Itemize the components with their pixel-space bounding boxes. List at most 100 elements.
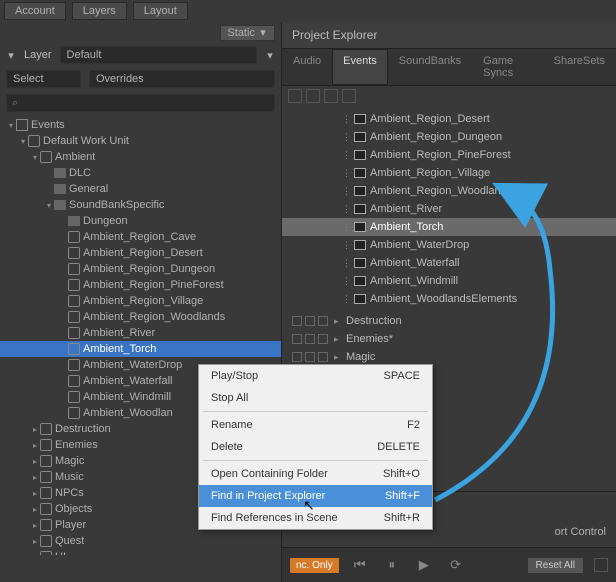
tree-item[interactable]: Ambient_Region_Village bbox=[0, 293, 281, 309]
event-icon bbox=[354, 150, 366, 160]
layer-field[interactable]: Default bbox=[60, 46, 257, 64]
work-unit-icon bbox=[40, 471, 52, 483]
explorer-item[interactable]: ⋮Ambient_Torch bbox=[282, 218, 616, 236]
explorer-tab[interactable]: Audio bbox=[282, 49, 332, 85]
ctx-play-stop[interactable]: Play/StopSPACE bbox=[199, 365, 432, 387]
static-toggle[interactable]: Static ▾ bbox=[220, 25, 275, 41]
explorer-tab[interactable]: Game Syncs bbox=[472, 49, 542, 85]
event-icon bbox=[68, 359, 80, 371]
reset-all-button[interactable]: Reset All bbox=[527, 557, 584, 574]
event-icon bbox=[68, 407, 80, 419]
tree-item[interactable]: Ambient_River bbox=[0, 325, 281, 341]
work-unit-icon bbox=[40, 535, 52, 547]
tag-dropdown[interactable]: ▾ bbox=[6, 49, 16, 62]
tree-item[interactable]: Ambient_Region_PineForest bbox=[0, 277, 281, 293]
inc-only-button[interactable]: nc. Only bbox=[290, 558, 339, 573]
explorer-folder[interactable]: ▸Enemies* bbox=[282, 330, 616, 348]
select-dropdown[interactable]: Select bbox=[6, 70, 81, 88]
sync-icon[interactable] bbox=[318, 334, 328, 344]
work-unit-icon bbox=[40, 487, 52, 499]
layer-label: Layer bbox=[24, 49, 52, 61]
event-icon bbox=[354, 294, 366, 304]
ctx-stop-all[interactable]: Stop All bbox=[199, 387, 432, 409]
folder-icon bbox=[68, 216, 80, 226]
event-icon bbox=[68, 263, 80, 275]
explorer-tab[interactable]: Events bbox=[332, 49, 388, 85]
folder-icon bbox=[54, 200, 66, 210]
pin-icon[interactable] bbox=[305, 352, 315, 362]
event-icon bbox=[354, 204, 366, 214]
tree-root[interactable]: ▾Events bbox=[0, 117, 281, 133]
tab-account[interactable]: Account bbox=[4, 2, 66, 20]
pin-icon[interactable] bbox=[305, 334, 315, 344]
expand-icon[interactable] bbox=[292, 352, 302, 362]
explorer-item[interactable]: ⋮Ambient_Region_Desert bbox=[282, 110, 616, 128]
explorer-tab[interactable]: ShareSets bbox=[543, 49, 616, 85]
explorer-item[interactable]: ⋮Ambient_Region_Dungeon bbox=[282, 128, 616, 146]
ctx-delete[interactable]: DeleteDELETE bbox=[199, 436, 432, 458]
event-icon bbox=[354, 258, 366, 268]
event-icon bbox=[354, 240, 366, 250]
event-icon bbox=[68, 231, 80, 243]
event-icon bbox=[68, 343, 80, 355]
ctx-open-folder[interactable]: Open Containing FolderShift+O bbox=[199, 463, 432, 485]
pause-button[interactable]: ⏸ bbox=[381, 554, 403, 576]
work-unit-icon bbox=[40, 423, 52, 435]
tree-item[interactable]: Ambient_Region_Dungeon bbox=[0, 261, 281, 277]
event-icon bbox=[68, 375, 80, 387]
explorer-folder[interactable]: ▸Destruction bbox=[282, 312, 616, 330]
play-button[interactable]: ▶ bbox=[413, 554, 435, 576]
tree-item[interactable]: Ambient_Torch bbox=[0, 341, 281, 357]
event-icon bbox=[68, 279, 80, 291]
panel-title: Project Explorer bbox=[282, 22, 616, 49]
event-icon bbox=[68, 295, 80, 307]
tree-item[interactable]: Ambient_Region_Desert bbox=[0, 245, 281, 261]
explorer-item[interactable]: ⋮Ambient_Waterfall bbox=[282, 254, 616, 272]
tab-layout[interactable]: Layout bbox=[133, 2, 188, 20]
context-menu: Play/StopSPACE Stop All RenameF2 DeleteD… bbox=[198, 364, 433, 530]
sync-icon[interactable] bbox=[318, 352, 328, 362]
tree-folder[interactable]: ▸Quest bbox=[0, 533, 281, 549]
ctx-rename[interactable]: RenameF2 bbox=[199, 414, 432, 436]
event-icon bbox=[68, 311, 80, 323]
expand-icon[interactable] bbox=[292, 334, 302, 344]
work-unit-icon bbox=[28, 135, 40, 147]
work-unit-icon bbox=[40, 151, 52, 163]
hint-text-2: ort Control bbox=[555, 526, 606, 538]
filter-icon[interactable] bbox=[324, 89, 338, 103]
ctx-find-explorer[interactable]: Find in Project ExplorerShift+F bbox=[199, 485, 432, 507]
options-icon[interactable] bbox=[342, 89, 356, 103]
search-input[interactable] bbox=[6, 94, 275, 112]
event-icon bbox=[354, 114, 366, 124]
expand-icon[interactable] bbox=[292, 316, 302, 326]
event-icon bbox=[354, 168, 366, 178]
explorer-tabs: AudioEventsSoundBanksGame SyncsShareSets bbox=[282, 49, 616, 86]
tree-item[interactable]: Ambient_Region_Cave bbox=[0, 229, 281, 245]
folder-icon[interactable] bbox=[306, 89, 320, 103]
event-icon bbox=[354, 186, 366, 196]
event-icon bbox=[68, 247, 80, 259]
work-unit-icon bbox=[40, 439, 52, 451]
explorer-item[interactable]: ⋮Ambient_WoodlandsElements bbox=[282, 290, 616, 308]
explorer-item[interactable]: ⋮Ambient_Region_Woodlands bbox=[282, 182, 616, 200]
tree-item[interactable]: Ambient_Region_Woodlands bbox=[0, 309, 281, 325]
overrides-dropdown[interactable]: Overrides bbox=[89, 70, 275, 88]
tab-layers[interactable]: Layers bbox=[72, 2, 127, 20]
event-icon bbox=[354, 276, 366, 286]
tree-folder[interactable]: ▸UI bbox=[0, 549, 281, 555]
prev-button[interactable]: ⏮ bbox=[349, 554, 371, 576]
explorer-tab[interactable]: SoundBanks bbox=[388, 49, 472, 85]
explorer-item[interactable]: ⋮Ambient_Region_Village bbox=[282, 164, 616, 182]
loop-button[interactable]: ⟳ bbox=[445, 554, 467, 576]
event-icon bbox=[68, 391, 80, 403]
explorer-item[interactable]: ⋮Ambient_WaterDrop bbox=[282, 236, 616, 254]
sync-icon[interactable] bbox=[318, 316, 328, 326]
transport-bar: nc. Only ⏮ ⏸ ▶ ⟳ Reset All bbox=[282, 547, 616, 582]
refresh-icon[interactable] bbox=[288, 89, 302, 103]
ctx-find-refs[interactable]: Find References in SceneShift+R bbox=[199, 507, 432, 529]
explorer-item[interactable]: ⋮Ambient_River bbox=[282, 200, 616, 218]
event-icon bbox=[354, 222, 366, 232]
explorer-item[interactable]: ⋮Ambient_Region_PineForest bbox=[282, 146, 616, 164]
explorer-item[interactable]: ⋮Ambient_Windmill bbox=[282, 272, 616, 290]
pin-icon[interactable] bbox=[305, 316, 315, 326]
